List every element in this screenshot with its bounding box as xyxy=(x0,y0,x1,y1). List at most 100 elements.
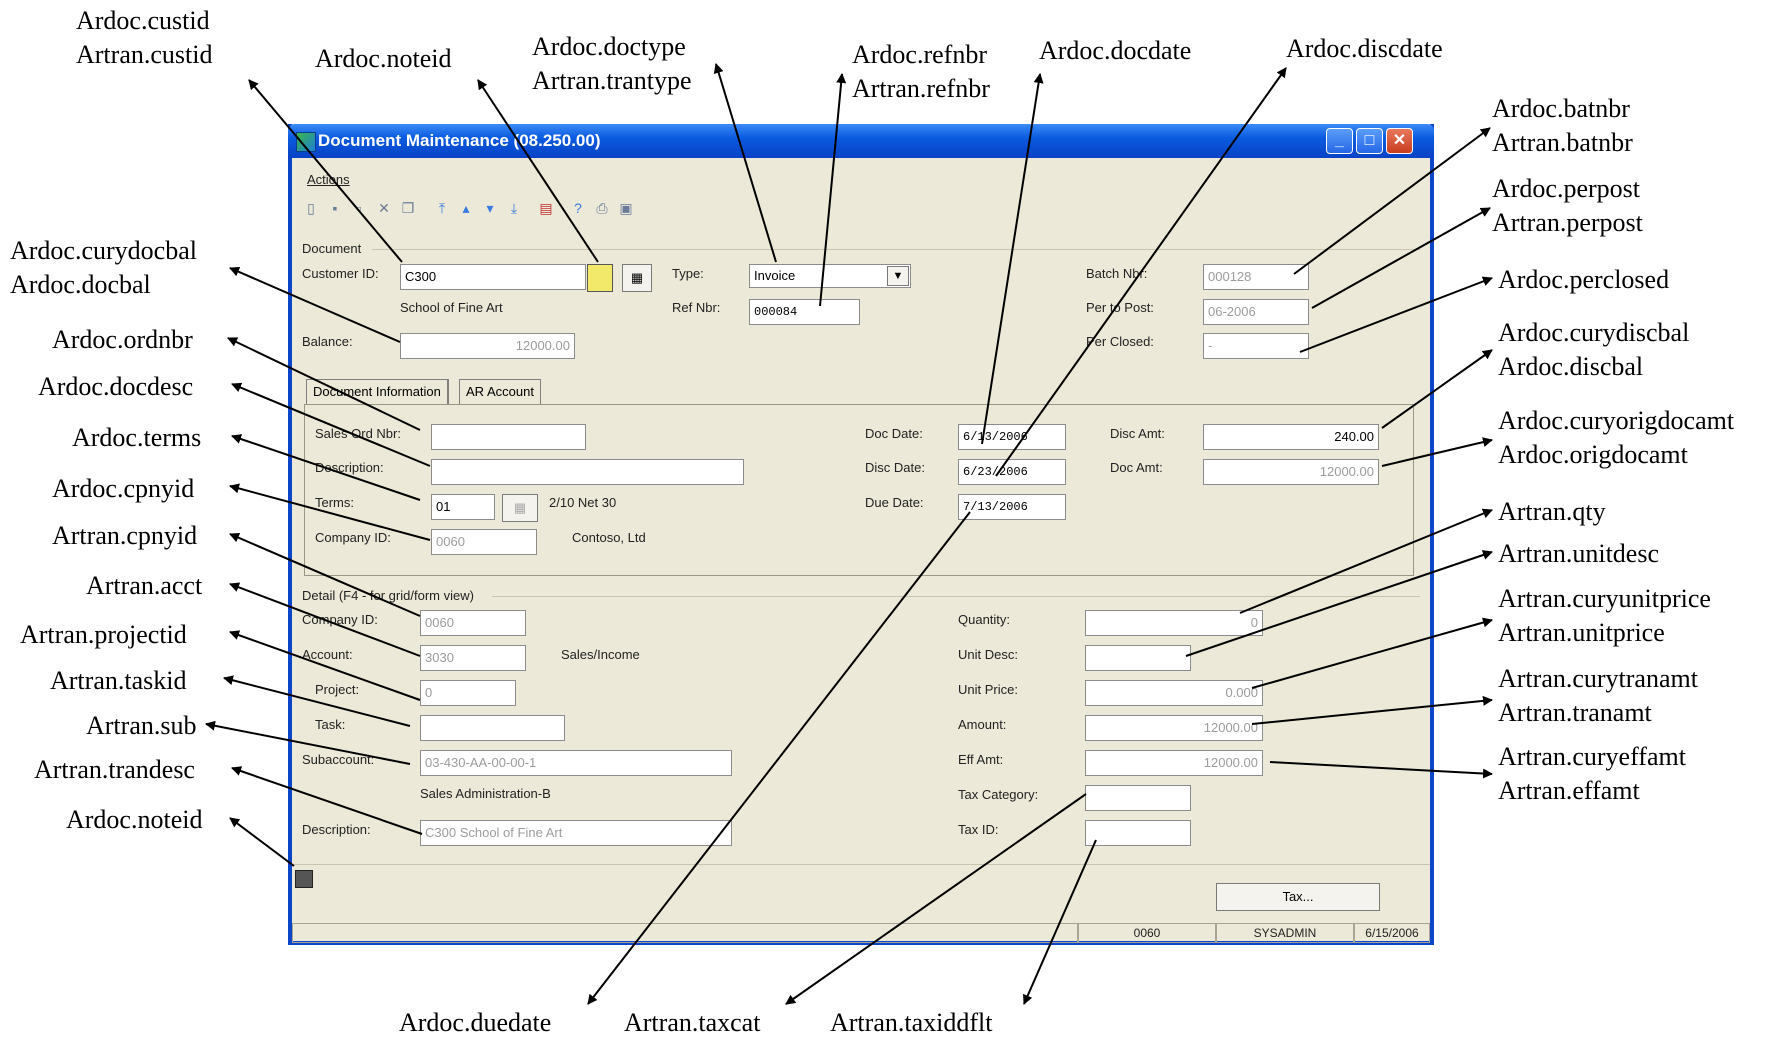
callout-duedate: Ardoc.duedate xyxy=(399,1008,552,1037)
customer-id-field[interactable]: C300 xyxy=(400,264,586,290)
subaccount-field[interactable]: 03-430-AA-00-00-1 xyxy=(420,750,732,776)
last-icon[interactable]: ⤓ xyxy=(507,201,521,215)
minimize-icon[interactable]: _ xyxy=(1326,128,1353,154)
terms-field[interactable]: 01 xyxy=(431,494,495,520)
tax-id-label: Tax ID: xyxy=(958,822,999,837)
callout-discdate: Ardoc.discdate xyxy=(1286,34,1443,63)
prev-icon[interactable]: ▴ xyxy=(459,201,473,215)
save-icon[interactable]: ▪ xyxy=(328,201,342,215)
unit-desc-field[interactable] xyxy=(1085,645,1191,671)
callout-sub: Artran.sub xyxy=(86,711,197,740)
account-desc: Sales/Income xyxy=(561,647,640,662)
callout-origdocamt: Ardoc.curyorigdocamt Ardoc.origdocamt xyxy=(1498,406,1735,469)
subaccount-desc: Sales Administration-B xyxy=(420,786,551,801)
first-icon[interactable]: ⤒ xyxy=(435,201,449,215)
note-icon[interactable]: ▤ xyxy=(539,201,553,215)
balance-field: 12000.00 xyxy=(400,333,575,359)
callout-terms: Ardoc.terms xyxy=(72,423,202,452)
doc-company-id-field: 0060 xyxy=(431,529,537,555)
close-icon[interactable]: ✕ xyxy=(1386,128,1413,154)
doc-description-label: Description: xyxy=(315,460,384,475)
quantity-field[interactable]: 0 xyxy=(1085,610,1263,636)
detail-company-id-field: 0060 xyxy=(420,610,526,636)
eff-amt-field: 12000.00 xyxy=(1085,750,1263,776)
eff-amt-label: Eff Amt: xyxy=(958,752,1004,767)
new-icon[interactable]: ▯ xyxy=(304,201,318,215)
note-icon[interactable] xyxy=(295,870,313,888)
account-label: Account: xyxy=(302,647,353,662)
copy-icon[interactable]: ▫ xyxy=(352,201,366,215)
app-icon xyxy=(296,132,316,152)
tax-button[interactable]: Tax... xyxy=(1216,883,1380,911)
task-field[interactable] xyxy=(420,715,565,741)
detail-description-field[interactable]: C300 School of Fine Art xyxy=(420,820,732,846)
project-label: Project: xyxy=(315,682,360,697)
unit-price-label: Unit Price: xyxy=(958,682,1018,697)
callout-noteid-top: Ardoc.noteid xyxy=(315,44,452,73)
help-icon[interactable]: ? xyxy=(571,201,585,215)
tax-id-field[interactable] xyxy=(1085,820,1191,846)
terms-label: Terms: xyxy=(315,495,354,510)
quantity-label: Quantity: xyxy=(958,612,1011,627)
callout-projectid: Artran.projectid xyxy=(20,620,187,649)
doc-description-field[interactable] xyxy=(431,459,744,485)
calendar-icon[interactable]: ▦ xyxy=(502,494,538,522)
callout-noteid-bottom: Ardoc.noteid xyxy=(66,805,203,834)
callout-trandesc: Artran.trandesc xyxy=(34,755,195,784)
title-bar[interactable]: Document Maintenance (08.250.00) _ □ ✕ xyxy=(288,124,1434,158)
account-field[interactable]: 3030 xyxy=(420,645,526,671)
ref-nbr-label: Ref Nbr: xyxy=(672,300,721,315)
callout-docbal: Ardoc.curydocbal Ardoc.docbal xyxy=(10,236,197,299)
company-name: Contoso, Ltd xyxy=(572,530,646,545)
menu-actions[interactable]: Actions xyxy=(307,172,350,187)
callout-cpnyid-tran: Artran.cpnyid xyxy=(52,521,198,550)
tax-category-field[interactable] xyxy=(1085,785,1191,811)
note-icon[interactable] xyxy=(587,264,613,292)
callout-refnbr: Ardoc.refnbr Artran.refnbr xyxy=(852,40,990,103)
maximize-icon[interactable]: □ xyxy=(1356,128,1383,154)
batch-nbr-label: Batch Nbr: xyxy=(1086,266,1148,281)
ref-nbr-field[interactable]: 000084 xyxy=(749,299,860,325)
detail-description-label: Description: xyxy=(302,822,371,837)
customer-name: School of Fine Art xyxy=(400,300,503,315)
doc-company-id-label: Company ID: xyxy=(315,530,391,545)
callout-unitprice: Artran.curyunitprice Artran.unitprice xyxy=(1498,584,1711,647)
print-icon[interactable]: ⎙ xyxy=(595,201,609,215)
callout-tranamt: Artran.curytranamt Artran.tranamt xyxy=(1498,664,1698,727)
tax-category-label: Tax Category: xyxy=(958,787,1039,802)
disc-amt-field[interactable]: 240.00 xyxy=(1203,424,1379,450)
calendar-icon[interactable]: ▦ xyxy=(622,264,652,292)
detail-bottom-line xyxy=(292,864,1430,865)
callout-docdesc: Ardoc.docdesc xyxy=(38,372,194,401)
detail-group-line xyxy=(492,596,1420,597)
tab-ar-account[interactable]: AR Account xyxy=(459,379,541,405)
per-to-post-field: 06-2006 xyxy=(1203,299,1309,325)
doc-date-label: Doc Date: xyxy=(865,426,923,441)
due-date-field[interactable]: 7/13/2006 xyxy=(958,494,1066,520)
doc-date-field[interactable]: 6/13/2006 xyxy=(958,424,1066,450)
dropdown-icon[interactable]: ▼ xyxy=(887,266,909,286)
per-closed-label: Per Closed: xyxy=(1086,334,1154,349)
callout-custid: Ardoc.custid Artran.custid xyxy=(76,6,213,69)
amount-field[interactable]: 12000.00 xyxy=(1085,715,1263,741)
callout-qty: Artran.qty xyxy=(1498,497,1606,526)
copy-icon[interactable]: ❐ xyxy=(401,201,415,215)
detail-section: Detail (F4 - for grid/form view) xyxy=(302,588,474,603)
delete-icon[interactable]: ✕ xyxy=(377,201,391,215)
unit-price-field[interactable]: 0.000 xyxy=(1085,680,1263,706)
type-label: Type: xyxy=(672,266,704,281)
disc-date-field[interactable]: 6/23/2006 xyxy=(958,459,1066,485)
callout-perclosed: Ardoc.perclosed xyxy=(1498,265,1670,294)
window-title: Document Maintenance (08.250.00) xyxy=(318,131,601,150)
callout-discbal: Ardoc.curydiscbal Ardoc.discbal xyxy=(1498,318,1690,381)
project-field[interactable]: 0 xyxy=(420,680,516,706)
callout-taxcat: Artran.taxcat xyxy=(624,1008,761,1037)
callout-ordnbr: Ardoc.ordnbr xyxy=(52,325,193,354)
tab-document-information[interactable]: Document Information xyxy=(306,379,449,405)
screen-icon[interactable]: ▣ xyxy=(619,201,633,215)
due-date-label: Due Date: xyxy=(865,495,924,510)
doc-amt-field: 12000.00 xyxy=(1203,459,1379,485)
callout-unitdesc: Artran.unitdesc xyxy=(1498,539,1660,568)
next-icon[interactable]: ▾ xyxy=(483,201,497,215)
sales-ord-field[interactable] xyxy=(431,424,586,450)
